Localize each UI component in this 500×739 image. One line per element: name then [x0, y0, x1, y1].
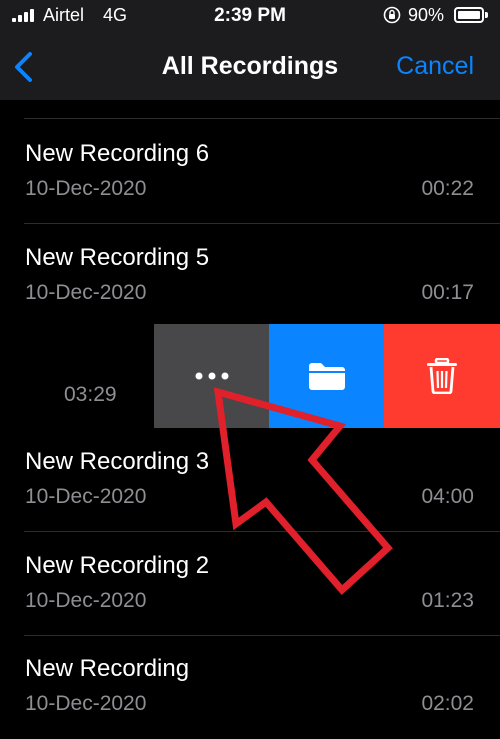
recording-duration: 01:23 [421, 589, 474, 612]
recording-date: 10-Dec-2020 [25, 589, 147, 612]
trash-icon [427, 358, 457, 394]
recordings-list: New Recording 6 10-Dec-2020 00:22 New Re… [0, 100, 500, 715]
recording-title: New Recording 2 [25, 552, 210, 579]
list-item[interactable]: New Recording 2 10-Dec-2020 01:23 [0, 532, 500, 636]
recording-duration: 00:17 [421, 281, 474, 304]
cancel-button[interactable]: Cancel [396, 52, 474, 81]
list-item[interactable]: New Recording 10-Dec-2020 02:02 [0, 635, 500, 739]
delete-button[interactable] [384, 324, 500, 428]
more-icon [195, 372, 228, 380]
recording-duration: 02:02 [421, 692, 474, 715]
status-bar: Airtel 4G 2:39 PM 90% [0, 0, 500, 34]
recording-duration: 04:00 [421, 485, 474, 508]
list-item[interactable]: New Recording 6 10-Dec-2020 00:22 [0, 120, 500, 224]
nav-bar: All Recordings Cancel [0, 34, 500, 100]
recording-title: New Recording 5 [25, 244, 210, 271]
recording-duration: 03:29 [64, 383, 117, 406]
divider [24, 118, 500, 119]
orientation-lock-icon [383, 6, 401, 24]
recording-title: New Recording 6 [25, 140, 210, 167]
swiped-list-item[interactable]: 03:29 [0, 324, 500, 428]
recording-duration: 00:22 [421, 177, 474, 200]
battery-percent: 90% [408, 5, 445, 25]
folder-icon [308, 363, 345, 390]
list-item[interactable]: New Recording 5 10-Dec-2020 00:17 [0, 224, 500, 328]
list-item[interactable]: New Recording 3 10-Dec-2020 04:00 [0, 428, 500, 532]
recording-date: 10-Dec-2020 [25, 281, 147, 304]
recording-date: 10-Dec-2020 [25, 692, 147, 715]
recording-date: 10-Dec-2020 [25, 485, 147, 508]
more-options-button[interactable] [154, 324, 269, 428]
battery-icon [454, 7, 488, 23]
recording-title: New Recording [25, 655, 190, 682]
recording-title: New Recording 3 [25, 448, 210, 475]
recording-date: 10-Dec-2020 [25, 177, 147, 200]
move-to-folder-button[interactable] [269, 324, 384, 428]
